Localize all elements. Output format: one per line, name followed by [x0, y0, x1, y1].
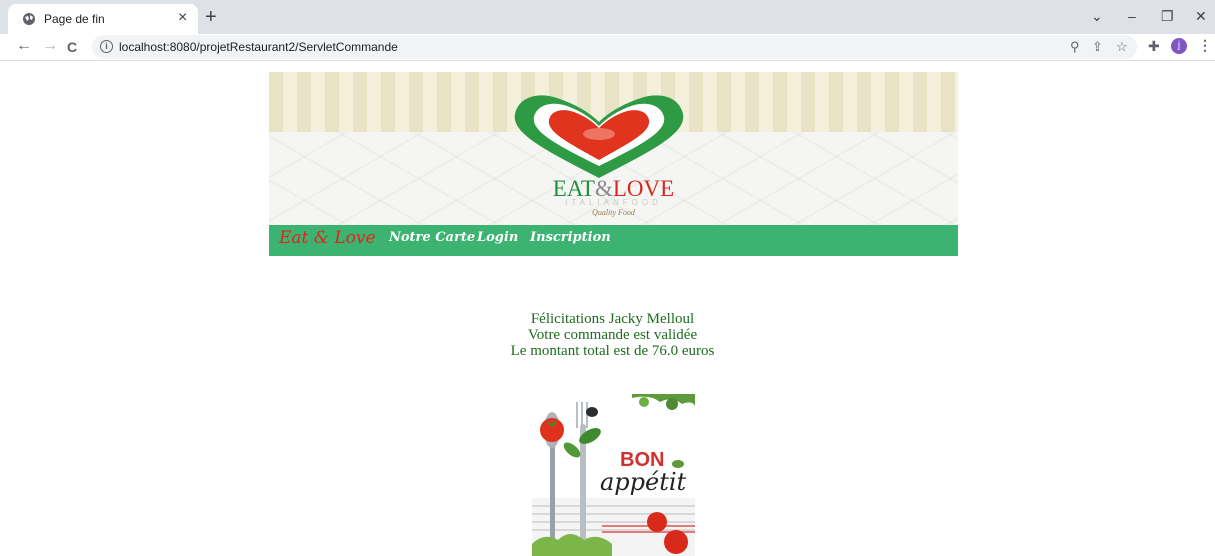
total-amount-line: Le montant total est de 76.0 euros [510, 343, 715, 359]
zoom-icon[interactable]: ⚲ [1070, 39, 1080, 55]
browser-toolbar: ← → C i localhost:8080/projetRestaurant2… [0, 34, 1215, 61]
minimize-button[interactable]: – [1128, 8, 1136, 24]
nav-item-inscription[interactable]: Inscription [530, 230, 611, 245]
close-window-button[interactable]: ✕ [1195, 8, 1207, 25]
new-tab-button[interactable]: + [205, 7, 217, 27]
share-icon[interactable]: ⇪ [1092, 39, 1103, 55]
restore-button[interactable]: ❐ [1161, 8, 1174, 25]
bookmark-star-icon[interactable]: ☆ [1116, 39, 1128, 55]
extensions-icon[interactable]: ✚ [1148, 38, 1160, 55]
nav-item-login[interactable]: Login [477, 230, 518, 245]
order-validated-line: Votre commande est validée [527, 327, 698, 343]
main-navbar: Eat & Love Notre Carte Login Inscription [269, 225, 958, 256]
url-text[interactable]: localhost:8080/projetRestaurant2/Servlet… [119, 40, 398, 54]
menu-icon[interactable]: ⋮ [1198, 37, 1212, 54]
nav-brand-link[interactable]: Eat & Love [279, 228, 376, 248]
tab-close-icon[interactable]: × [178, 10, 187, 26]
nav-item-notre-carte[interactable]: Notre Carte [389, 230, 475, 245]
globe-icon [23, 13, 35, 25]
congrats-line: Félicitations Jacky Melloul [530, 311, 695, 327]
browser-tab[interactable]: Page de fin × [8, 4, 198, 34]
restaurant-banner: EAT&LOVE ITALIANFOOD Quality Food [269, 72, 958, 225]
tab-title: Page de fin [44, 12, 105, 26]
bon-appetit-image: BON appétit [532, 394, 695, 556]
browser-tabstrip: Page de fin × + ⌄ – ❐ ✕ [0, 0, 1215, 34]
brand-subtitle: ITALIANFOOD [565, 198, 662, 207]
heart-logo-icon [514, 95, 684, 178]
back-button[interactable]: ← [16, 38, 32, 54]
poster-appetit-text: appétit [600, 468, 687, 496]
order-confirmation-message: Félicitations Jacky Melloul Votre comman… [440, 311, 785, 359]
forward-button[interactable]: → [42, 38, 58, 54]
address-bar[interactable]: i localhost:8080/projetRestaurant2/Servl… [92, 35, 1137, 59]
profile-avatar[interactable]: j [1171, 38, 1187, 54]
brand-tagline: Quality Food [592, 208, 635, 217]
bon-appetit-illustration: BON appétit [532, 394, 695, 556]
reload-button[interactable]: C [67, 39, 77, 55]
tab-search-icon[interactable]: ⌄ [1091, 8, 1103, 25]
site-info-icon[interactable]: i [100, 40, 113, 53]
